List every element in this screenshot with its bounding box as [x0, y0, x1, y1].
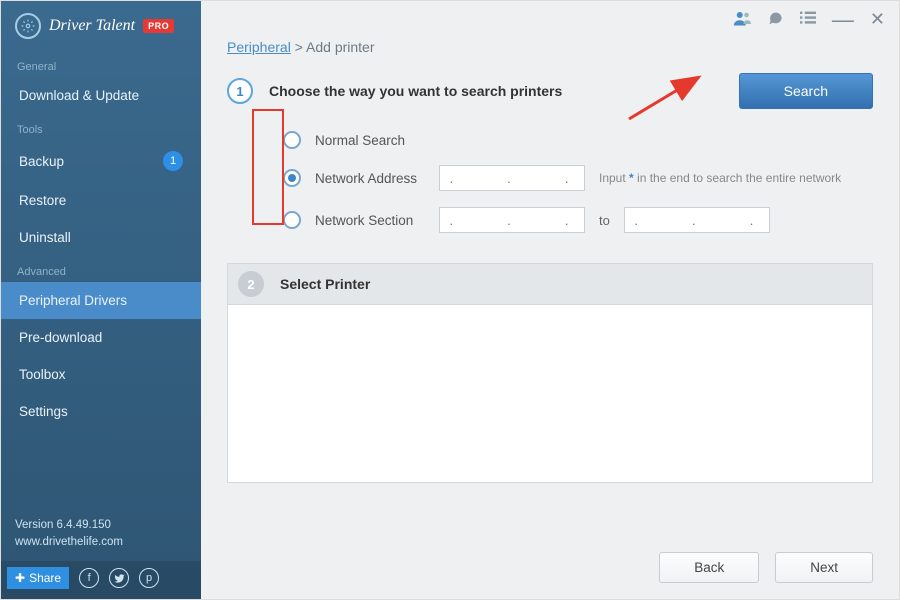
section-advanced-label: Advanced	[1, 256, 201, 282]
step2-title: Select Printer	[280, 276, 370, 292]
titlebar-controls: — ✕	[733, 9, 885, 30]
printer-list	[227, 305, 873, 483]
list-icon[interactable]	[800, 11, 816, 29]
sidebar-item-peripheral-drivers[interactable]: Peripheral Drivers	[1, 282, 201, 319]
step2-header: 2 Select Printer	[227, 263, 873, 305]
plus-icon: ✚	[15, 571, 25, 585]
radio-network-section[interactable]	[283, 211, 301, 229]
step1-title: Choose the way you want to search printe…	[269, 83, 562, 99]
search-button[interactable]: Search	[739, 73, 873, 109]
hint-prefix: Input	[599, 171, 629, 185]
sidebar-item-label: Peripheral Drivers	[19, 293, 127, 308]
sidebar: Driver Talent PRO General Download & Upd…	[1, 1, 201, 599]
step2-number: 2	[238, 271, 264, 297]
sidebar-item-backup[interactable]: Backup 1	[1, 140, 201, 182]
breadcrumb-link[interactable]: Peripheral	[227, 39, 291, 55]
option-network-section-row: Network Section to	[227, 199, 873, 241]
sidebar-item-label: Restore	[19, 193, 66, 208]
back-button[interactable]: Back	[659, 552, 759, 583]
share-button[interactable]: ✚ Share	[7, 567, 69, 589]
twitter-icon[interactable]	[109, 568, 129, 588]
network-address-input[interactable]	[439, 165, 585, 191]
network-section-to-input[interactable]	[624, 207, 770, 233]
main-panel: — ✕ Peripheral > Add printer 1 Choose th…	[201, 1, 899, 599]
app-logo-icon	[15, 13, 41, 39]
option-label: Network Address	[315, 171, 425, 186]
content-area: 1 Choose the way you want to search prin…	[201, 65, 899, 599]
option-label: Network Section	[315, 213, 425, 228]
footer-buttons: Back Next	[659, 552, 873, 583]
network-hint: Input * in the end to search the entire …	[599, 171, 841, 185]
sidebar-item-pre-download[interactable]: Pre-download	[1, 319, 201, 356]
sidebar-item-restore[interactable]: Restore	[1, 182, 201, 219]
minimize-icon[interactable]: —	[832, 15, 854, 25]
version-text: Version 6.4.49.150	[15, 517, 187, 534]
sidebar-item-label: Toolbox	[19, 367, 66, 382]
breadcrumb-sep: >	[291, 39, 306, 55]
radio-normal-search[interactable]	[283, 131, 301, 149]
to-label: to	[599, 213, 610, 228]
sidebar-item-uninstall[interactable]: Uninstall	[1, 219, 201, 256]
chat-icon[interactable]	[767, 10, 784, 29]
sidebar-item-label: Settings	[19, 404, 68, 419]
section-tools-label: Tools	[1, 114, 201, 140]
sidebar-item-toolbox[interactable]: Toolbox	[1, 356, 201, 393]
sidebar-item-settings[interactable]: Settings	[1, 393, 201, 430]
version-block: Version 6.4.49.150 www.drivethelife.com	[1, 507, 201, 562]
pinterest-icon[interactable]: p	[139, 568, 159, 588]
share-row: ✚ Share f p	[1, 561, 201, 599]
app-window: Driver Talent PRO General Download & Upd…	[0, 0, 900, 600]
option-label: Normal Search	[315, 133, 405, 148]
step1-number: 1	[227, 78, 253, 104]
section-general-label: General	[1, 51, 201, 77]
sidebar-item-label: Backup	[19, 154, 64, 169]
logo-row: Driver Talent PRO	[1, 1, 201, 51]
sidebar-item-label: Pre-download	[19, 330, 102, 345]
sidebar-item-label: Download & Update	[19, 88, 139, 103]
sidebar-item-download-update[interactable]: Download & Update	[1, 77, 201, 114]
close-icon[interactable]: ✕	[870, 9, 885, 30]
radio-network-address[interactable]	[283, 169, 301, 187]
website-text: www.drivethelife.com	[15, 534, 187, 551]
option-normal-search-row: Normal Search	[227, 123, 873, 157]
sidebar-item-label: Uninstall	[19, 230, 71, 245]
app-name: Driver Talent	[49, 17, 135, 35]
breadcrumb-current: Add printer	[306, 39, 374, 55]
step2-panel: 2 Select Printer	[227, 263, 873, 483]
network-section-from-input[interactable]	[439, 207, 585, 233]
hint-suffix: in the end to search the entire network	[634, 171, 841, 185]
next-button[interactable]: Next	[775, 552, 873, 583]
facebook-icon[interactable]: f	[79, 568, 99, 588]
user-icon[interactable]	[733, 10, 751, 30]
share-label: Share	[29, 571, 61, 585]
step1-header: 1 Choose the way you want to search prin…	[227, 73, 873, 109]
option-network-address-row: Network Address Input * in the end to se…	[227, 157, 873, 199]
backup-badge: 1	[163, 151, 183, 171]
pro-badge: PRO	[143, 19, 174, 33]
